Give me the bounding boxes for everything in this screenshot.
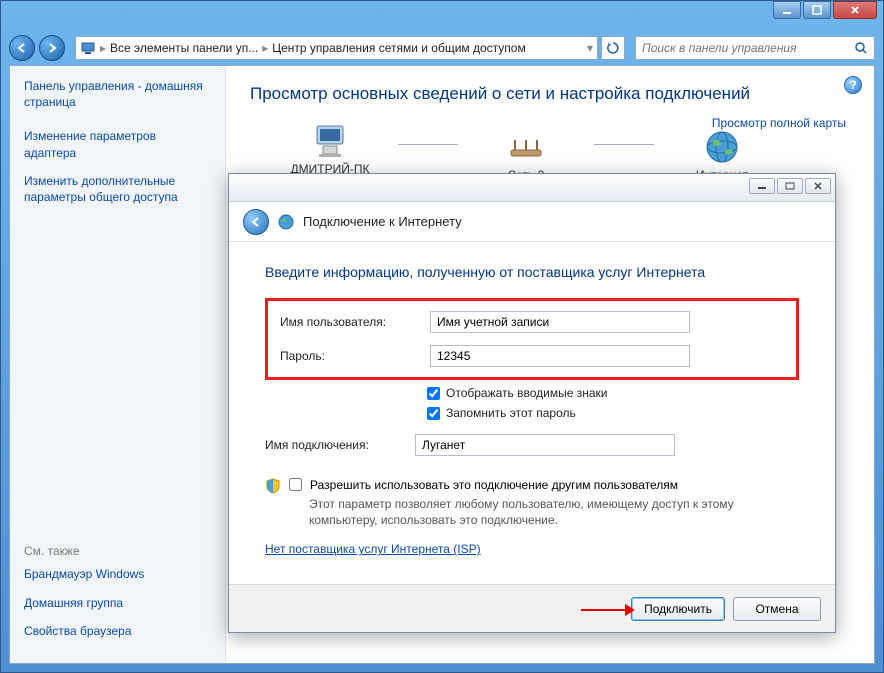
search-input[interactable] — [642, 41, 854, 55]
maximize-button[interactable] — [803, 1, 831, 19]
network-icon — [80, 40, 96, 56]
full-map-link[interactable]: Просмотр полной карты — [712, 116, 846, 130]
no-isp-link[interactable]: Нет поставщика услуг Интернета (ISP) — [265, 542, 481, 556]
network-hub-icon — [505, 126, 547, 168]
minimize-button[interactable] — [773, 1, 801, 19]
connect-button[interactable]: Подключить — [631, 597, 725, 621]
main-heading: Просмотр основных сведений о сети и наст… — [250, 84, 850, 104]
sidebar-adapter-link[interactable]: Изменение параметров адаптера — [24, 128, 211, 160]
chevron-right-icon: ▸ — [262, 41, 268, 55]
connname-input[interactable] — [415, 434, 675, 456]
breadcrumb-seg-1[interactable]: Все элементы панели уп... — [110, 41, 258, 55]
connection-line — [398, 144, 458, 145]
sidebar-firewall-link[interactable]: Брандмауэр Windows — [24, 566, 211, 582]
dialog-maximize-button[interactable] — [777, 178, 803, 194]
credentials-highlight: Имя пользователя: Пароль: — [265, 298, 799, 380]
sidebar-homegroup-link[interactable]: Домашняя группа — [24, 595, 211, 611]
remember-checkbox[interactable] — [427, 407, 440, 420]
connection-line — [594, 144, 654, 145]
allow-others-desc: Этот параметр позволяет любому пользоват… — [309, 496, 799, 528]
breadcrumb-seg-2[interactable]: Центр управления сетями и общим доступом — [272, 41, 526, 55]
close-button[interactable] — [833, 1, 877, 19]
search-icon — [854, 41, 868, 55]
password-label: Пароль: — [280, 349, 430, 363]
dialog-heading: Введите информацию, полученную от постав… — [265, 264, 799, 280]
dropdown-icon[interactable]: ▾ — [587, 41, 593, 55]
help-icon[interactable]: ? — [844, 76, 862, 94]
connect-dialog: Подключение к Интернету Введите информац… — [228, 173, 836, 633]
sidebar-browser-link[interactable]: Свойства браузера — [24, 623, 211, 639]
sidebar-sharing-link[interactable]: Изменить дополнительные параметры общего… — [24, 173, 211, 205]
shield-icon — [265, 478, 281, 494]
search-box[interactable] — [635, 36, 875, 60]
connname-label: Имя подключения: — [265, 438, 415, 452]
dialog-back-button[interactable] — [243, 209, 269, 235]
address-bar[interactable]: ▸ Все элементы панели уп... ▸ Центр упра… — [75, 36, 598, 60]
cancel-button[interactable]: Отмена — [733, 597, 821, 621]
remember-label: Запомнить этот пароль — [446, 406, 576, 420]
password-input[interactable] — [430, 345, 690, 367]
username-input[interactable] — [430, 311, 690, 333]
dialog-minimize-button[interactable] — [749, 178, 775, 194]
computer-icon — [309, 120, 351, 162]
globe-icon — [701, 126, 743, 168]
allow-others-checkbox[interactable] — [289, 478, 302, 491]
nav-back-button[interactable] — [9, 35, 35, 61]
username-label: Имя пользователя: — [280, 315, 430, 329]
allow-others-label: Разрешить использовать это подключение д… — [310, 478, 799, 492]
chevron-right-icon: ▸ — [100, 41, 106, 55]
dialog-close-button[interactable] — [805, 178, 831, 194]
globe-icon — [277, 213, 295, 231]
show-chars-checkbox[interactable] — [427, 387, 440, 400]
refresh-button[interactable] — [601, 36, 625, 60]
nav-forward-button[interactable] — [39, 35, 65, 61]
dialog-title: Подключение к Интернету — [303, 214, 462, 229]
sidebar-home-link[interactable]: Панель управления - домашняя страница — [24, 78, 211, 110]
arrow-annotation — [581, 604, 635, 616]
show-chars-label: Отображать вводимые знаки — [446, 386, 607, 400]
see-also-label: См. также — [24, 544, 211, 558]
